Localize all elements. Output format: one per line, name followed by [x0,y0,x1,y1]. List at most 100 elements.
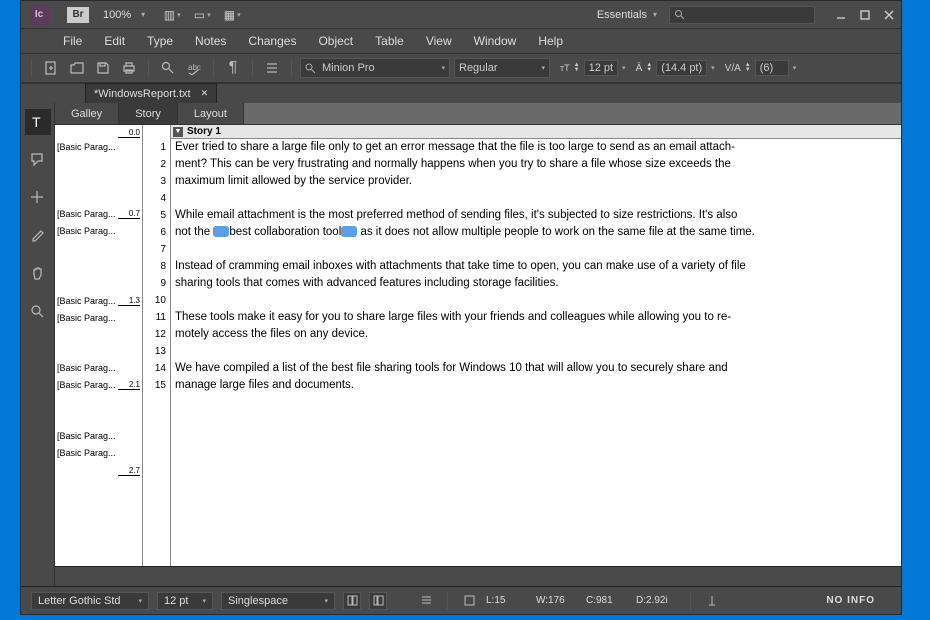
text-line[interactable]: Ever tried to share a large file only to… [171,139,901,156]
text-line[interactable]: not the best collaboration tool as it do… [171,224,901,241]
line-number: 7 [143,241,166,258]
text-line[interactable] [171,292,901,309]
hyperlink-start-icon[interactable] [213,226,229,237]
zoom-tool[interactable] [25,299,51,325]
gutter-row: [Basic Parag... [57,428,140,443]
minimize-button[interactable] [829,5,853,25]
pilcrow-icon[interactable]: ¶ [222,57,244,79]
screen-mode-icon[interactable]: ▭▾ [191,6,213,24]
menu-help[interactable]: Help [528,32,573,50]
paragraph-style-label: [Basic Parag... [57,313,118,323]
text-line[interactable]: maximum limit allowed by the service pro… [171,173,901,190]
tab-layout[interactable]: Layout [178,103,244,124]
print-icon[interactable] [118,57,140,79]
menu-notes[interactable]: Notes [185,32,236,50]
column-view-1-icon[interactable] [343,592,361,610]
find-icon[interactable] [157,57,179,79]
menu-object[interactable]: Object [308,32,363,50]
svg-text:T: T [32,114,41,130]
tab-story[interactable]: Story [119,103,178,124]
align-icon[interactable] [417,592,435,610]
hand-tool[interactable] [25,261,51,287]
font-style-dropdown[interactable]: Regular ▾ [454,58,550,78]
tab-galley[interactable]: Galley [55,103,119,124]
status-spacing-dropdown[interactable]: Singlespace ▾ [221,592,335,610]
line-number: 13 [143,343,166,360]
text-line[interactable]: manage large files and documents. [171,377,901,394]
line-number: 10 [143,292,166,309]
status-font-value: Letter Gothic Std [38,595,121,607]
story-title: Story 1 [187,126,221,137]
font-family-dropdown[interactable]: Minion Pro ▾ [300,58,450,78]
text-line[interactable]: We have compiled a list of the best file… [171,360,901,377]
note-tool[interactable] [25,147,51,173]
paragraph-style-label: [Basic Parag... [57,363,118,373]
svg-text:abc: abc [188,63,201,72]
font-size-value: 12 pt [584,60,618,76]
eyedropper-tool[interactable] [25,223,51,249]
text-line[interactable]: sharing tools that comes with advanced f… [171,275,901,292]
close-tab-icon[interactable]: ✕ [201,88,209,99]
menu-type[interactable]: Type [137,32,183,50]
gutter-row: [Basic Parag... [57,223,140,238]
leading-control[interactable]: Ā ▲▼ (14.4 pt) ▾ [636,60,715,76]
info-toggle-icon[interactable] [460,592,478,610]
hyperlink-end-icon[interactable] [341,226,357,237]
text-line[interactable]: motely access the files on any device. [171,326,901,343]
view-options-icon[interactable]: ▥▾ [161,6,183,24]
story-header[interactable]: ▼ Story 1 [171,125,901,139]
status-word: W:176 [536,595,578,606]
type-tool[interactable]: T [25,109,51,135]
menu-table[interactable]: Table [365,32,414,50]
gutter-row: 2.7 [57,463,140,478]
app-logo: Ic [29,5,49,25]
text-line[interactable]: While email attachment is the most prefe… [171,207,901,224]
text-line[interactable]: ment? This can be very frustrating and n… [171,156,901,173]
depth-ruler-icon[interactable] [703,592,721,610]
bridge-button[interactable]: Br [67,7,89,23]
menu-view[interactable]: View [416,32,462,50]
depth-value: 0.7 [118,209,140,219]
font-size-control[interactable]: тT ▲▼ 12 pt ▾ [560,60,626,76]
menu-edit[interactable]: Edit [94,32,135,50]
search-input[interactable] [669,6,815,24]
close-button[interactable] [877,5,901,25]
menu-window[interactable]: Window [464,32,527,50]
caret-down-icon: ▾ [653,10,657,19]
kerning-icon: V/A [725,63,741,74]
open-icon[interactable] [66,57,88,79]
text-line[interactable] [171,343,901,360]
zoom-dropdown[interactable]: 100% ▾ [103,9,145,21]
line-number: 11 [143,309,166,326]
menu-changes[interactable]: Changes [238,32,306,50]
position-tool[interactable] [25,185,51,211]
caret-down-icon: ▾ [541,64,545,72]
collapse-triangle-icon[interactable]: ▼ [173,127,183,137]
menu-file[interactable]: File [53,32,92,50]
document-tab[interactable]: *WindowsReport.txt ✕ [85,83,217,103]
view-mode-tabs: Galley Story Layout [55,103,901,125]
kerning-control[interactable]: V/A ▲▼ (6) ▾ [725,60,797,76]
paragraph-style-label: [Basic Parag... [57,431,118,441]
search-icon [305,63,316,74]
bottom-spacer [55,566,901,586]
spellcheck-icon[interactable]: abc [183,57,205,79]
new-doc-icon[interactable] [40,57,62,79]
save-icon[interactable] [92,57,114,79]
font-family-value: Minion Pro [322,62,375,74]
arrange-icon[interactable]: ▦▾ [221,6,243,24]
status-font-dropdown[interactable]: Letter Gothic Std ▾ [31,592,149,610]
column-view-2-icon[interactable] [369,592,387,610]
line-number: 1 [143,139,166,156]
line-number: 9 [143,275,166,292]
text-line[interactable]: Instead of cramming email inboxes with a… [171,258,901,275]
lines-icon[interactable] [261,57,283,79]
status-size-dropdown[interactable]: 12 pt ▾ [157,592,213,610]
text-line[interactable] [171,241,901,258]
story-text-area[interactable]: ▼ Story 1 Ever tried to share a large fi… [171,125,901,566]
workspace-switcher[interactable]: Essentials ▾ [597,9,657,21]
text-line[interactable]: These tools make it easy for you to shar… [171,309,901,326]
gutter-row: [Basic Parag... [57,139,140,154]
text-line[interactable] [171,190,901,207]
maximize-button[interactable] [853,5,877,25]
